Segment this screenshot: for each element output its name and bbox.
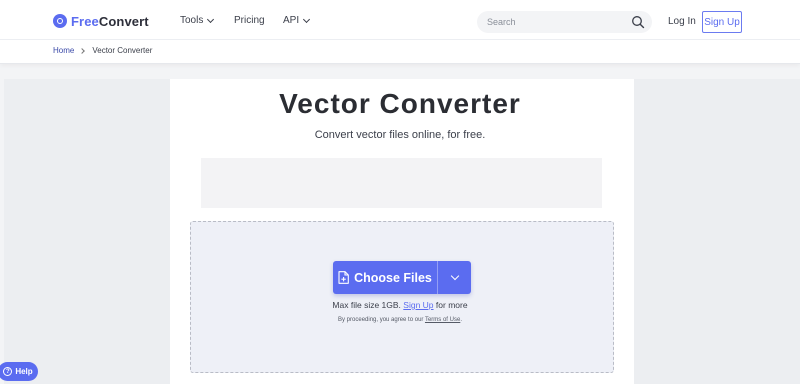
upload-source-dropdown-button[interactable] (438, 261, 471, 294)
nav-tools[interactable]: Tools (180, 15, 215, 26)
right-ad-area (634, 79, 800, 384)
signup-button[interactable]: Sign Up (702, 11, 742, 33)
terms-suffix: . (460, 317, 462, 323)
breadcrumb: Home Vector Converter (53, 46, 152, 55)
page-subtitle: Convert vector files online, for free. (314, 129, 486, 141)
chevron-down-icon (303, 15, 311, 23)
choose-files-button[interactable]: Choose Files (333, 261, 437, 294)
search-icon[interactable] (631, 15, 645, 29)
question-circle-icon: ? (3, 367, 13, 376)
nav-api-label: API (283, 15, 300, 26)
signup-link[interactable]: Sign Up (403, 300, 433, 310)
search-input[interactable] (477, 11, 627, 33)
file-plus-icon (338, 271, 349, 284)
search-box (477, 11, 652, 33)
chevron-right-icon (79, 47, 86, 54)
upload-dropzone[interactable] (190, 221, 614, 373)
choose-files-button-group: Choose Files (333, 261, 471, 294)
chevron-down-icon (207, 15, 215, 23)
left-ad-area (4, 79, 170, 384)
page-title: Vector Converter (279, 88, 521, 119)
banner-ad-area (201, 158, 602, 208)
breadcrumb-current: Vector Converter (92, 46, 153, 55)
chevron-down-icon (450, 271, 459, 281)
terms-note: By proceeding, you agree to our Terms of… (0, 317, 800, 323)
brand-name: FreeConvert (71, 13, 149, 29)
nav-api[interactable]: API (283, 15, 311, 26)
terms-of-use-link[interactable]: Terms of Use (425, 317, 460, 323)
help-label: Help (15, 367, 33, 376)
max-size-text: Max file size 1GB. (332, 300, 401, 310)
nav-pricing-label: Pricing (234, 15, 265, 26)
terms-prefix: By proceeding, you agree to our (338, 317, 424, 323)
nav-tools-label: Tools (180, 15, 204, 26)
freeconvert-logo-icon (53, 14, 67, 28)
max-size-suffix: for more (435, 300, 468, 310)
help-button[interactable]: ? Help (0, 362, 38, 381)
choose-files-label: Choose Files (354, 270, 432, 285)
breadcrumb-home[interactable]: Home (53, 46, 74, 55)
max-file-size-note: Max file size 1GB. Sign Up for more (0, 300, 800, 310)
nav-pricing[interactable]: Pricing (234, 15, 265, 26)
login-link[interactable]: Log In (668, 16, 696, 27)
brand-logo[interactable]: FreeConvert (53, 13, 149, 29)
